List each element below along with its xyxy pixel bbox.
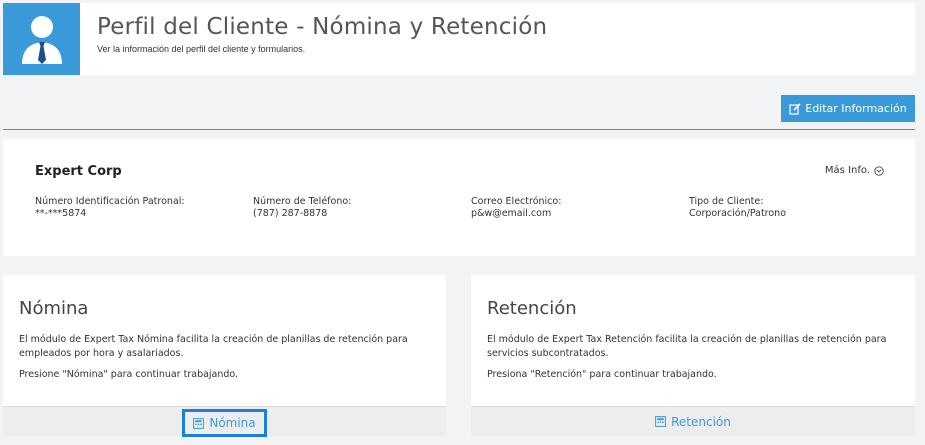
module-title: Retención: [487, 298, 577, 319]
client-name: Expert Corp: [35, 164, 122, 179]
field-employer-id: Número Identificación Patronal: **-***58…: [35, 196, 185, 219]
withholding-module-card: Retención El módulo de Expert Tax Retenc…: [471, 275, 915, 436]
chevron-down-circle-icon: [874, 165, 884, 176]
edit-info-label: Editar Información: [805, 102, 907, 115]
withholding-button[interactable]: Retención: [655, 415, 731, 429]
field-label: Número de Teléfono:: [253, 196, 352, 207]
client-summary-card: Expert Corp Más Info. Número Identificac…: [3, 139, 915, 256]
module-description: El módulo de Expert Tax Nómina facilita …: [19, 334, 408, 359]
field-value: Corporación/Patrono: [689, 208, 787, 219]
field-email: Correo Electrónico: p&w@email.com: [471, 196, 561, 219]
more-info-toggle[interactable]: Más Info.: [825, 165, 884, 176]
field-client-type: Tipo de Cliente: Corporación/Patrono: [689, 196, 786, 219]
edit-icon: [789, 102, 801, 115]
field-label: Correo Electrónico:: [471, 196, 562, 207]
module-footer: Nómina: [3, 406, 446, 437]
page-title: Perfil del Cliente - Nómina y Retención: [97, 14, 548, 40]
calculator-icon: [655, 416, 667, 427]
withholding-button-label: Retención: [671, 414, 731, 429]
module-hint: Presiona "Retención" para continuar trab…: [487, 369, 717, 380]
section-divider: [3, 129, 915, 130]
edit-info-button[interactable]: Editar Información: [781, 95, 915, 122]
module-title: Nómina: [19, 298, 89, 319]
payroll-button[interactable]: Nómina: [182, 409, 267, 437]
more-info-label: Más Info.: [824, 165, 870, 176]
field-value: **-***5874: [35, 208, 87, 219]
user-tie-icon: [3, 3, 80, 75]
page-subtitle: Ver la información del perfil del client…: [97, 44, 306, 54]
field-label: Número Identificación Patronal:: [35, 196, 185, 207]
page-header: Perfil del Cliente - Nómina y Retención …: [3, 3, 915, 75]
payroll-button-label: Nómina: [209, 416, 256, 430]
module-description: El módulo de Expert Tax Retención facili…: [487, 334, 887, 359]
module-footer: Retención: [471, 406, 915, 436]
field-value: p&w@email.com: [471, 208, 552, 219]
field-value: (787) 287-8878: [253, 208, 328, 219]
field-phone: Número de Teléfono: (787) 287-8878: [253, 196, 351, 219]
payroll-module-card: Nómina El módulo de Expert Tax Nómina fa…: [3, 275, 446, 437]
calculator-icon: [193, 417, 205, 429]
field-label: Tipo de Cliente:: [689, 196, 764, 207]
module-hint: Presione "Nómina" para continuar trabaja…: [19, 369, 239, 380]
